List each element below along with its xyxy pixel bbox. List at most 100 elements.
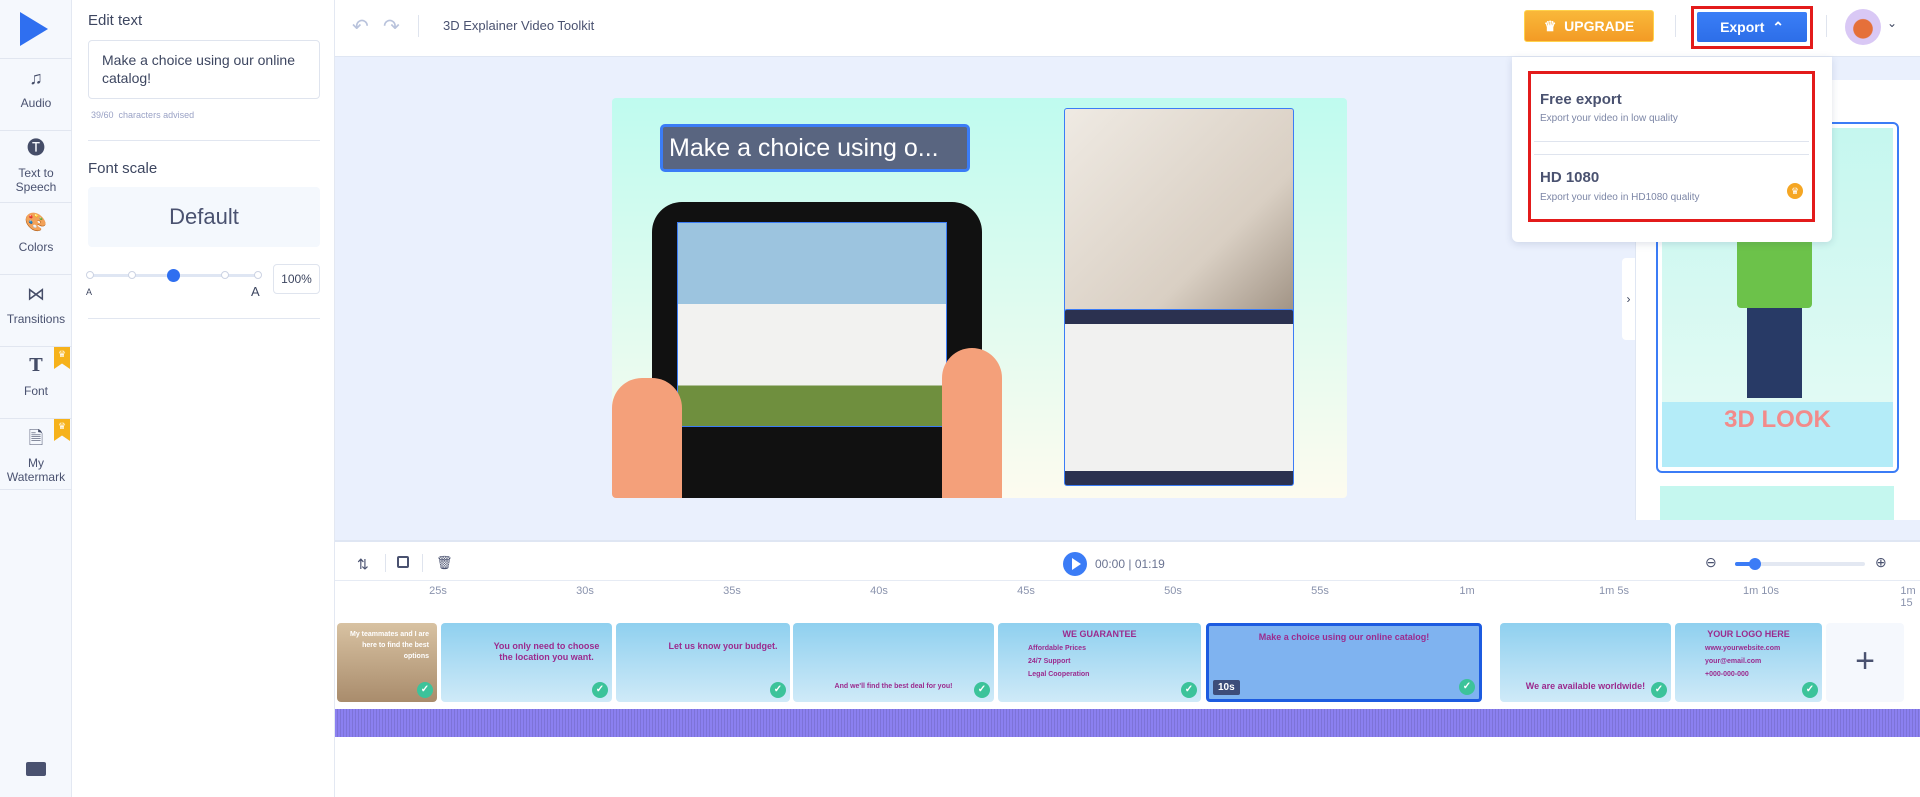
chevron-up-icon: ⌃ <box>1772 19 1784 35</box>
font-scale-label: Font scale <box>88 160 158 177</box>
chevron-down-icon[interactable]: ⌄ <box>1887 16 1897 30</box>
upgrade-button[interactable]: ♛ UPGRADE <box>1524 10 1654 42</box>
ruler-tick-label: 30s <box>576 585 594 597</box>
zoom-slider[interactable] <box>1735 558 1865 570</box>
divider <box>422 554 423 572</box>
play-button[interactable] <box>1063 552 1087 576</box>
clip-text: You only need to choose the location you… <box>493 641 600 662</box>
zoom-out-icon[interactable]: ⊖ <box>1705 554 1717 571</box>
redo-icon[interactable]: ↷ <box>383 14 400 39</box>
palette-icon: 🎨 <box>24 212 48 232</box>
text-speech-icon: 🅣 <box>27 138 45 158</box>
crown-icon: ♛ <box>1543 18 1557 34</box>
audio-track[interactable] <box>335 709 1920 737</box>
check-icon: ✓ <box>1651 682 1667 698</box>
hand-right-image <box>942 348 1002 498</box>
check-icon: ✓ <box>592 682 608 698</box>
sidebar-item-font[interactable]: ♛ T Font <box>0 346 72 418</box>
timeline-clip[interactable]: And we'll find the best deal for you! ✓ <box>793 623 994 702</box>
house-photo[interactable] <box>677 222 947 427</box>
keyboard-icon[interactable] <box>26 762 46 776</box>
timeline-clip[interactable]: My teammates and I are here to find the … <box>337 623 437 702</box>
kitchen-photo[interactable] <box>1064 309 1294 486</box>
sidebar-item-text-to-speech[interactable]: 🅣 Text to Speech <box>0 130 72 202</box>
clip-text: We are available worldwide! <box>1525 681 1646 691</box>
ruler-tick-label: 50s <box>1164 585 1182 597</box>
timeline-clip[interactable]: We are available worldwide! ✓ <box>1500 623 1671 702</box>
avatar[interactable] <box>1845 9 1881 45</box>
hd1080-export-option[interactable]: HD 1080 Export your video in HD1080 qual… <box>1534 157 1809 217</box>
timeline-clip[interactable]: YOUR LOGO HERE www.yourwebsite.com your@em… <box>1675 623 1822 702</box>
zoom-in-icon[interactable]: ⊕ <box>1875 554 1887 571</box>
option-title: Free export <box>1540 91 1622 108</box>
divider <box>1826 15 1827 37</box>
ruler-tick-label: 1m 5s <box>1599 585 1629 597</box>
check-icon: ✓ <box>770 682 786 698</box>
clip-line: Affordable Prices <box>1028 645 1086 652</box>
video-canvas[interactable]: Make a choice using o... <box>612 98 1347 498</box>
timeline-clip[interactable]: WE GUARANTEE Affordable Prices 24/7 Suppor… <box>998 623 1201 702</box>
crown-icon: ♛ <box>1787 183 1803 199</box>
check-icon: ✓ <box>1181 682 1197 698</box>
clip-text: Make a choice using our online catalog! <box>1258 632 1430 642</box>
divider <box>88 318 320 319</box>
sidebar-item-audio[interactable]: ♫ Audio <box>0 58 72 130</box>
text-input[interactable]: Make a choice using our online catalog! <box>88 40 320 99</box>
trash-icon[interactable]: 🗑 <box>436 555 453 571</box>
free-export-option[interactable]: Free export Export your video in low qua… <box>1534 77 1809 139</box>
clip-text: Let us know your budget. <box>668 641 778 651</box>
logo-icon[interactable] <box>20 12 48 46</box>
sidebar-item-my-watermark[interactable]: ♛ 🗎 My Watermark <box>0 418 72 490</box>
edit-text-label: Edit text <box>88 12 143 29</box>
clip-line: Legal Cooperation <box>1028 671 1090 678</box>
clip-duration-badge: 10s <box>1213 680 1240 695</box>
editor-stage: Make a choice using o... › 3D LOOK Free … <box>335 57 1920 540</box>
duplicate-icon[interactable] <box>397 556 409 568</box>
tablet-image[interactable] <box>652 202 982 498</box>
sidebar-item-label: Font <box>23 384 48 398</box>
slider-max-label: A <box>251 284 260 299</box>
clip-line: www.yourwebsite.com <box>1705 645 1781 652</box>
split-icon[interactable]: ⇅ <box>357 556 369 573</box>
export-dropdown: Free export Export your video in low qua… <box>1512 57 1832 242</box>
clip-text: WE GUARANTEE <box>1062 629 1137 639</box>
project-title[interactable]: 3D Explainer Video Toolkit <box>443 18 594 33</box>
ruler-tick-label: 25s <box>429 585 447 597</box>
sidebar-item-transitions[interactable]: ⋈ Transitions <box>0 274 72 346</box>
sidebar-item-label: Text to Speech <box>15 166 57 194</box>
zoom-slider-thumb[interactable] <box>1748 558 1761 570</box>
option-subtitle: Export your video in low quality <box>1540 113 1678 124</box>
scene-thumbnail[interactable] <box>1660 486 1894 520</box>
text-overlay[interactable]: Make a choice using o... <box>660 124 970 172</box>
ruler-tick-label: 55s <box>1311 585 1329 597</box>
check-icon: ✓ <box>1802 682 1818 698</box>
timeline-clip[interactable]: You only need to choose the location you… <box>441 623 612 702</box>
edit-panel: Edit text Make a choice using our online… <box>72 0 335 797</box>
font-scale-percent[interactable]: 100% <box>273 264 320 294</box>
export-button[interactable]: Export ⌃ <box>1697 12 1807 42</box>
font-scale-value: Default <box>88 187 320 247</box>
check-icon: ✓ <box>417 682 433 698</box>
slider-step[interactable] <box>254 271 262 279</box>
scene-title: 3D LOOK <box>1662 402 1893 467</box>
undo-icon[interactable]: ↶ <box>352 14 369 39</box>
char-counter: 39/60 characters advised <box>91 110 195 120</box>
sidebar-item-label: Audio <box>20 96 52 110</box>
slider-step[interactable] <box>86 271 94 279</box>
ruler-tick-label: 1m 15 <box>1900 585 1916 609</box>
ruler-tick-label: 40s <box>870 585 888 597</box>
collapse-panel-toggle[interactable]: › <box>1622 258 1635 340</box>
slider-thumb[interactable] <box>167 269 180 282</box>
timeline-clip[interactable]: Let us know your budget. ✓ <box>616 623 790 702</box>
timeline-area: ⇅ 🗑 00:00 | 01:19 ⊖ ⊕ 25s 30s 35s 40s 45s 50s… <box>335 540 1920 797</box>
add-scene-button[interactable]: + <box>1826 623 1904 702</box>
sidebar-item-colors[interactable]: 🎨 Colors <box>0 202 72 274</box>
check-icon: ✓ <box>974 682 990 698</box>
bowtie-icon: ⋈ <box>27 284 45 304</box>
clip-line: your@email.com <box>1705 658 1762 665</box>
slider-step[interactable] <box>221 271 229 279</box>
slider-step[interactable] <box>128 271 136 279</box>
ruler-tick-label: 1m <box>1459 585 1475 597</box>
timeline-clip[interactable]: Make a choice using our online catalog! 1… <box>1206 623 1482 702</box>
divider <box>1534 154 1809 155</box>
